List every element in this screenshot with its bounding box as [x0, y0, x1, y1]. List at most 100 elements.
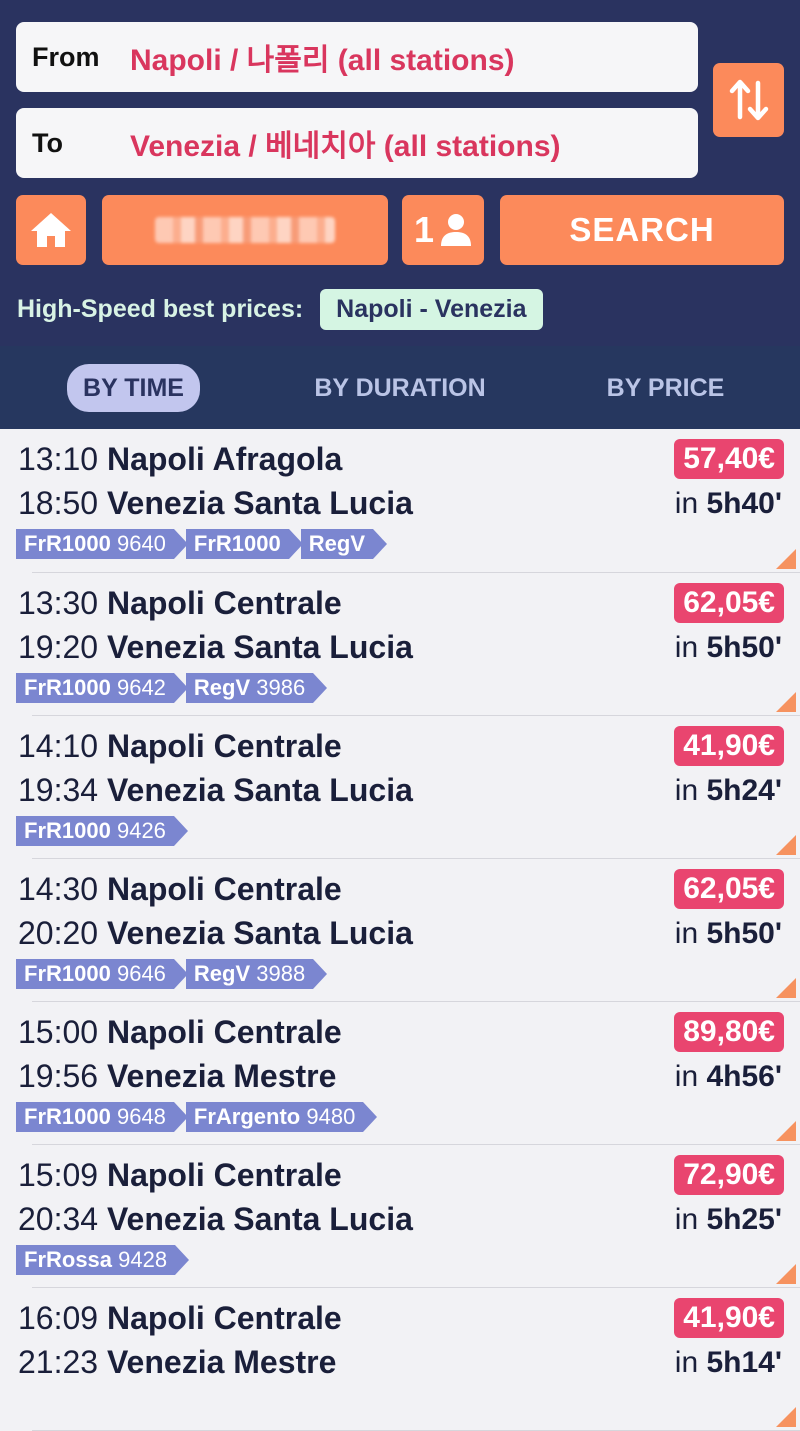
train-type: RegV: [308, 531, 366, 556]
arrival-station: Venezia Mestre: [106, 1058, 337, 1094]
duration-value: 5h14': [706, 1346, 782, 1379]
train-type: FrR1000: [24, 961, 111, 986]
arrival-station: Venezia Santa Lucia: [106, 772, 413, 808]
train-type: RegV: [193, 961, 251, 986]
departure-time: 13:10: [18, 441, 99, 477]
departure-station: Napoli Afragola: [106, 441, 343, 477]
train-type: FrR1000: [24, 1104, 111, 1129]
train-number: 9648: [116, 1104, 166, 1129]
departure-time: 14:30: [18, 871, 99, 907]
person-icon: [441, 214, 472, 246]
from-value: Napoli / 나폴리 (all stations): [130, 44, 515, 77]
departure-time: 16:09: [18, 1300, 99, 1336]
arrival-line: 19:34 Venezia Santa Lucia: [18, 772, 413, 809]
tab-by-time[interactable]: BY TIME: [67, 364, 200, 412]
to-label: To: [32, 127, 63, 158]
duration-prefix: in: [674, 487, 699, 520]
train-row[interactable]: 15:00 Napoli Centrale 19:56 Venezia Mest…: [16, 1002, 800, 1145]
arrival-line: 20:34 Venezia Santa Lucia: [18, 1201, 413, 1238]
expand-corner-icon[interactable]: [776, 692, 796, 712]
departure-time: 15:00: [18, 1014, 99, 1050]
train-number: 9642: [116, 675, 166, 700]
expand-corner-icon[interactable]: [776, 978, 796, 998]
from-field[interactable]: From Napoli / 나폴리 (all stations): [16, 22, 698, 92]
departure-line: 13:10 Napoli Afragola: [18, 441, 342, 478]
arrival-time: 20:34: [18, 1201, 99, 1237]
departure-station: Napoli Centrale: [106, 1300, 342, 1336]
train-type: FrR1000: [24, 818, 111, 843]
train-number: 3988: [256, 961, 306, 986]
expand-corner-icon[interactable]: [776, 1264, 796, 1284]
departure-line: 13:30 Napoli Centrale: [18, 585, 342, 622]
expand-corner-icon[interactable]: [776, 1121, 796, 1141]
arrival-time: 20:20: [18, 915, 99, 951]
duration: in 5h25': [675, 1203, 782, 1237]
train-row[interactable]: 13:10 Napoli Afragola 18:50 Venezia Sant…: [16, 429, 800, 573]
departure-station: Napoli Centrale: [106, 1014, 342, 1050]
train-results-list: 13:10 Napoli Afragola 18:50 Venezia Sant…: [0, 429, 800, 1431]
tab-by-price[interactable]: BY PRICE: [584, 364, 747, 412]
train-row[interactable]: 13:30 Napoli Centrale 19:20 Venezia Sant…: [16, 573, 800, 716]
best-prices-bar: High-Speed best prices: Napoli - Venezia: [17, 289, 543, 330]
to-field[interactable]: To Venezia / 베네치아 (all stations): [16, 108, 698, 178]
arrival-station: Venezia Santa Lucia: [106, 915, 413, 951]
departure-line: 16:09 Napoli Centrale: [18, 1300, 342, 1337]
expand-corner-icon[interactable]: [776, 1407, 796, 1427]
sort-tabs: BY TIME BY DURATION BY PRICE: [0, 346, 800, 429]
departure-line: 15:09 Napoli Centrale: [18, 1157, 342, 1194]
duration-prefix: in: [674, 1203, 699, 1236]
home-button[interactable]: [16, 195, 86, 265]
duration: in 4h56': [675, 1060, 782, 1094]
arrival-station: Venezia Santa Lucia: [106, 485, 413, 521]
passengers-button[interactable]: 1: [402, 195, 484, 265]
duration: in 5h24': [675, 774, 782, 808]
arrival-time: 19:34: [18, 772, 99, 808]
swap-stations-button[interactable]: [713, 63, 784, 137]
search-button[interactable]: SEARCH: [500, 195, 784, 265]
departure-time: 13:30: [18, 585, 99, 621]
train-tags: FrR1000 9648 FrArgento 9480: [16, 1102, 378, 1132]
arrival-time: 19:20: [18, 629, 99, 665]
train-type: FrR1000: [24, 531, 111, 556]
date-picker-button[interactable]: [102, 195, 388, 265]
departure-line: 15:00 Napoli Centrale: [18, 1014, 342, 1051]
price-badge: 89,80€: [674, 1012, 784, 1052]
price-badge: 62,05€: [674, 583, 784, 623]
train-type-tag: RegV: [300, 529, 388, 559]
arrival-time: 21:23: [18, 1344, 99, 1380]
arrival-station: Venezia Santa Lucia: [106, 1201, 413, 1237]
train-row[interactable]: 16:09 Napoli Centrale 21:23 Venezia Mest…: [18, 1288, 800, 1431]
duration: in 5h50': [675, 917, 782, 951]
arrival-line: 21:23 Venezia Mestre: [18, 1344, 336, 1381]
train-type-tag: FrArgento 9480: [185, 1102, 378, 1132]
arrival-line: 19:56 Venezia Mestre: [18, 1058, 336, 1095]
train-type-tag: FrRossa 9428: [16, 1245, 190, 1275]
train-type-tag: FrR1000 9646: [16, 959, 188, 989]
train-type-tag: FrR1000 9640: [16, 529, 188, 559]
train-row[interactable]: 14:10 Napoli Centrale 19:34 Venezia Sant…: [16, 716, 800, 859]
train-type-tag: FrR1000 9426: [16, 816, 188, 846]
train-type-tag: FrR1000 9642: [16, 673, 188, 703]
price-badge: 41,90€: [674, 726, 784, 766]
duration-prefix: in: [674, 1346, 699, 1379]
expand-corner-icon[interactable]: [776, 835, 796, 855]
arrival-time: 18:50: [18, 485, 99, 521]
departure-station: Napoli Centrale: [106, 1157, 342, 1193]
price-badge: 41,90€: [674, 1298, 784, 1338]
expand-corner-icon[interactable]: [776, 549, 796, 569]
train-row[interactable]: 14:30 Napoli Centrale 20:20 Venezia Sant…: [16, 859, 800, 1002]
train-type: FrArgento: [193, 1104, 301, 1129]
train-number: 3986: [256, 675, 306, 700]
train-row[interactable]: 15:09 Napoli Centrale 20:34 Venezia Sant…: [16, 1145, 800, 1288]
train-type: FrR1000: [193, 531, 281, 556]
best-prices-label: High-Speed best prices:: [17, 295, 304, 323]
tab-by-duration[interactable]: BY DURATION: [290, 364, 510, 412]
duration-prefix: in: [674, 631, 699, 664]
swap-arrows-icon: [729, 79, 768, 121]
duration-value: 4h56': [706, 1060, 782, 1093]
home-icon: [31, 213, 71, 247]
from-label: From: [32, 41, 100, 72]
train-number: 9428: [118, 1247, 168, 1272]
best-prices-route-chip[interactable]: Napoli - Venezia: [320, 289, 543, 330]
duration-value: 5h50': [706, 917, 782, 950]
